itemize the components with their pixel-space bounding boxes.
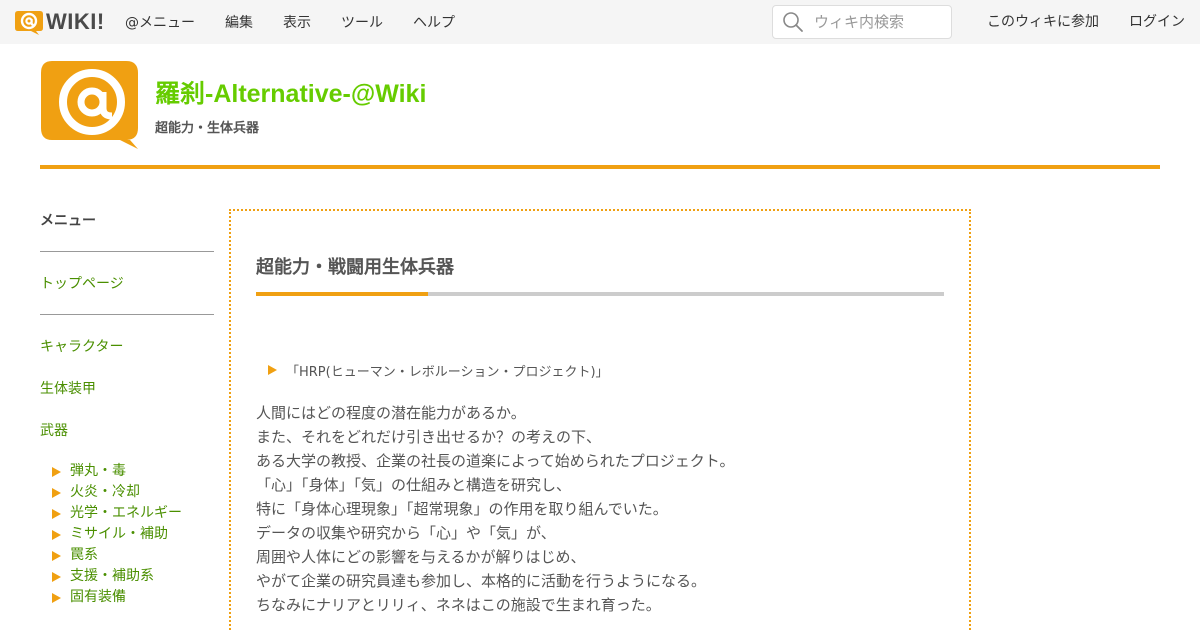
site-subtitle: 超能力・生体兵器 bbox=[155, 121, 260, 136]
triangle-right-icon bbox=[52, 508, 61, 519]
article-body: 人間にはどの程度の潜在能力があるか。 また、それをどれだけ引き出せるか？の考えの… bbox=[256, 401, 735, 617]
body-line: 「心」「身体」「気」の仕組みと構造を研究し、 bbox=[256, 476, 572, 494]
submenu-item[interactable]: 弾丸・毒 bbox=[52, 461, 182, 482]
body-line: ちなみにナリアとリリィ、ネネはこの施設で生まれ育った。 bbox=[256, 596, 661, 614]
sidebar-divider bbox=[40, 251, 214, 252]
header-divider bbox=[40, 165, 1160, 169]
search-icon[interactable] bbox=[782, 11, 804, 33]
top-navigation-bar: WIKI! @メニュー 編集 表示 ツール ヘルプ このウィキに参加 ログイン bbox=[0, 0, 1200, 44]
top-menu: @メニュー 編集 表示 ツール ヘルプ bbox=[125, 0, 485, 44]
triangle-right-icon bbox=[52, 466, 61, 477]
sidebar-item-weapons[interactable]: 武器 bbox=[40, 420, 68, 440]
sidebar-menu-title: メニュー bbox=[40, 213, 96, 229]
sidebar-item-top-page[interactable]: トップページ bbox=[40, 273, 124, 293]
weapons-submenu: 弾丸・毒 火炎・冷却 光学・エネルギー ミサイル・補助 罠系 支援・補助系 固有… bbox=[52, 461, 182, 608]
search-input[interactable] bbox=[814, 13, 944, 31]
search-box[interactable] bbox=[772, 5, 952, 39]
menu-atmenu[interactable]: @メニュー bbox=[125, 12, 195, 32]
section-toggle-label[interactable]: 「HRP(ヒューマン・レボルーション・プロジェクト)」 bbox=[286, 361, 609, 380]
section-toggle[interactable]: 「HRP(ヒューマン・レボルーション・プロジェクト)」 bbox=[268, 361, 609, 380]
triangle-right-icon bbox=[52, 529, 61, 540]
triangle-right-icon bbox=[52, 571, 61, 582]
submenu-item[interactable]: 光学・エネルギー bbox=[52, 503, 182, 524]
sidebar-item-characters[interactable]: キャラクター bbox=[40, 336, 123, 356]
body-line: 特に「身体心理現象」「超常現象」の作用を取り組んでいた。 bbox=[256, 500, 668, 518]
menu-help[interactable]: ヘルプ bbox=[413, 12, 455, 32]
body-line: ある大学の教授、企業の社長の道楽によって始められたプロジェクト。 bbox=[256, 452, 735, 470]
submenu-item[interactable]: 支援・補助系 bbox=[52, 566, 182, 587]
body-line: やがて企業の研究員達も参加し、本格的に活動を行うようになる。 bbox=[256, 572, 707, 590]
body-line: データの収集や研究から「心」や「気」が、 bbox=[256, 524, 556, 542]
submenu-item[interactable]: 固有装備 bbox=[52, 587, 182, 608]
site-title[interactable]: 羅刹-Alternative-@Wiki bbox=[155, 74, 426, 110]
menu-tools[interactable]: ツール bbox=[341, 12, 383, 32]
triangle-right-icon bbox=[52, 592, 61, 603]
body-line: また、それをどれだけ引き出せるか？の考えの下、 bbox=[256, 428, 602, 446]
sidebar-item-bio-armor[interactable]: 生体装甲 bbox=[40, 378, 96, 398]
at-speech-bubble-icon[interactable] bbox=[40, 60, 140, 150]
at-sign-icon bbox=[14, 9, 44, 35]
menu-view[interactable]: 表示 bbox=[283, 12, 311, 32]
sidebar-divider bbox=[40, 314, 214, 315]
join-wiki-link[interactable]: このウィキに参加 bbox=[987, 0, 1099, 44]
logo-text: WIKI! bbox=[46, 9, 105, 34]
body-line: 周囲や人体にどの影響を与えるかが解りはじめ、 bbox=[256, 548, 586, 566]
triangle-right-icon bbox=[52, 487, 61, 498]
menu-edit[interactable]: 編集 bbox=[225, 12, 253, 32]
body-line: 人間にはどの程度の潜在能力があるか。 bbox=[256, 404, 526, 422]
submenu-item[interactable]: 罠系 bbox=[52, 545, 182, 566]
login-link[interactable]: ログイン bbox=[1129, 0, 1185, 44]
triangle-right-icon bbox=[52, 550, 61, 561]
atwiki-logo[interactable]: WIKI! bbox=[14, 9, 105, 35]
page-title: 超能力・戦闘用生体兵器 bbox=[256, 257, 454, 278]
title-underline-accent bbox=[256, 292, 428, 296]
submenu-item[interactable]: ミサイル・補助 bbox=[52, 524, 182, 545]
submenu-item[interactable]: 火炎・冷却 bbox=[52, 482, 182, 503]
triangle-right-icon bbox=[268, 365, 277, 375]
